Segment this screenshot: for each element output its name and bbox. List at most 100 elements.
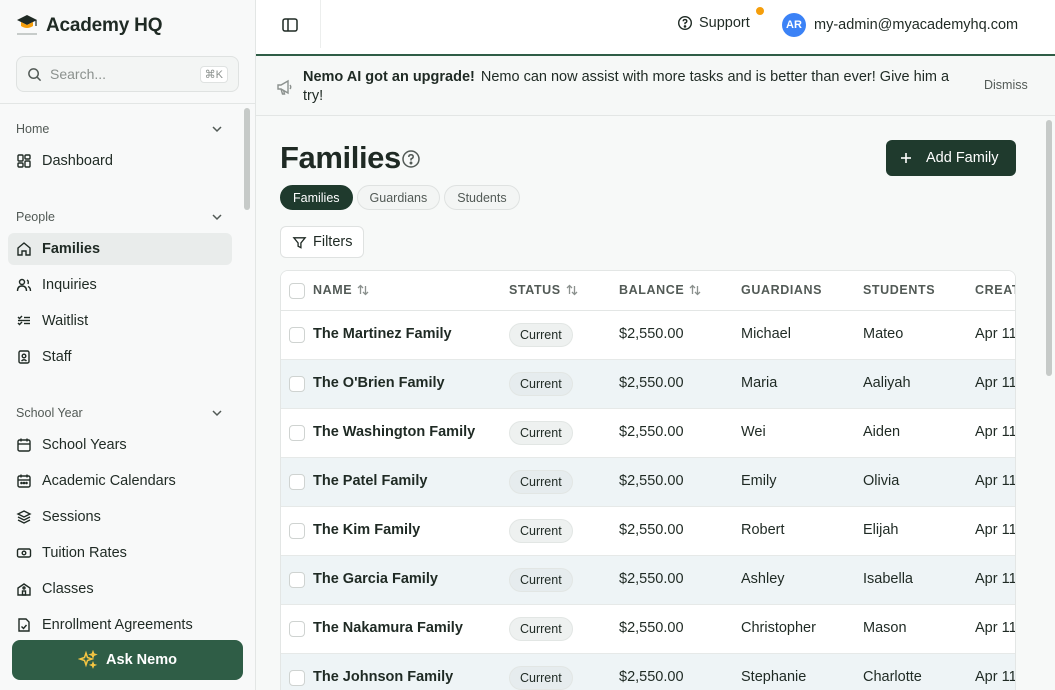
table-row[interactable]: The Nakamura Family Current $2,550.00 Chris… — [281, 605, 1015, 654]
status-badge: Current — [509, 519, 573, 543]
sidebar-toggle-button[interactable] — [280, 15, 300, 35]
view-tabs: Families Guardians Students — [280, 185, 520, 210]
sidebar-item-waitlist[interactable]: Waitlist — [8, 305, 232, 337]
students: Isabella — [863, 571, 913, 587]
main-content: Families Add Family Families Guardians S… — [256, 116, 1055, 690]
sidebar-scrollbar[interactable] — [244, 108, 250, 210]
column-label: NAME — [313, 283, 353, 297]
balance: $2,550.00 — [619, 473, 684, 489]
sidebar-item-label: Sessions — [42, 509, 101, 525]
search-input[interactable]: Search... ⌘K — [16, 56, 239, 92]
topbar: Support AR my-admin@myacademyhq.com — [256, 0, 1055, 52]
plus-icon — [901, 153, 911, 163]
cash-icon — [16, 548, 32, 558]
created-date: Apr 11, — [975, 571, 1016, 587]
row-checkbox[interactable] — [289, 572, 305, 588]
section-title: School Year — [16, 406, 83, 420]
calendar-icon — [17, 438, 31, 452]
row-checkbox[interactable] — [289, 523, 305, 539]
add-family-label: Add Family — [926, 150, 999, 166]
column-header-students[interactable]: STUDENTS — [863, 283, 935, 297]
students: Aiden — [863, 424, 901, 440]
sidebar: Academy HQ Search... ⌘K Home Dashboard P… — [0, 0, 256, 690]
sidebar-item-inquiries[interactable]: Inquiries — [8, 269, 232, 301]
row-checkbox[interactable] — [289, 670, 305, 686]
section-home[interactable]: Home — [16, 122, 224, 136]
table-row[interactable]: The Martinez Family Current $2,550.00 Micha… — [281, 311, 1016, 360]
created-date: Apr 11, — [975, 326, 1016, 342]
calendar-grid-icon — [17, 474, 31, 488]
user-menu[interactable]: AR my-admin@myacademyhq.com — [782, 13, 1018, 37]
status-badge: Current — [509, 372, 573, 396]
column-header-balance[interactable]: BALANCE — [619, 283, 702, 297]
sidebar-item-label: Families — [42, 241, 101, 257]
tab-families[interactable]: Families — [280, 185, 353, 210]
family-name: The Washington Family — [313, 424, 476, 440]
column-header-created[interactable]: CREAT — [975, 283, 1015, 297]
row-checkbox[interactable] — [289, 425, 305, 441]
brand[interactable]: Academy HQ — [16, 12, 162, 40]
home-icon — [17, 242, 31, 256]
family-name: The O'Brien Family — [313, 375, 445, 391]
sidebar-item-sessions[interactable]: Sessions — [8, 501, 232, 533]
filters-button[interactable]: Filters — [280, 226, 365, 258]
row-checkbox[interactable] — [289, 621, 305, 637]
tab-guardians[interactable]: Guardians — [356, 185, 441, 210]
column-header-guardians[interactable]: GUARDIANS — [741, 283, 822, 297]
column-label: BALANCE — [619, 283, 685, 297]
column-header-name[interactable]: NAME — [313, 283, 370, 297]
sidebar-item-enrollment-agreements[interactable]: Enrollment Agreements — [8, 609, 232, 634]
main-scrollbar[interactable] — [1046, 120, 1052, 376]
sidebar-item-families[interactable]: Families — [8, 233, 232, 265]
ask-nemo-button[interactable]: Ask Nemo — [12, 640, 243, 680]
sidebar-item-academic-calendars[interactable]: Academic Calendars — [8, 465, 232, 497]
guardians: Wei — [741, 424, 766, 440]
guardians: Ashley — [741, 571, 785, 587]
dismiss-button[interactable]: Dismiss — [984, 78, 1028, 92]
tab-students[interactable]: Students — [444, 185, 520, 210]
students: Elijah — [863, 522, 899, 538]
table-row[interactable]: The Garcia Family Current $2,550.00 Ashley I… — [281, 556, 1016, 605]
sidebar-item-classes[interactable]: Classes — [8, 573, 232, 605]
support-button[interactable]: Support — [677, 15, 750, 31]
school-icon — [17, 583, 31, 596]
status-badge: Current — [509, 323, 573, 347]
search-icon — [28, 67, 42, 81]
table-row[interactable]: The Patel Family Current $2,550.00 Emily Oli… — [281, 458, 1015, 507]
table-row[interactable]: The Washington Family Current $2,550.00 Wei… — [281, 409, 1015, 458]
help-circle-icon — [677, 15, 693, 31]
sidebar-item-school-years[interactable]: School Years — [8, 429, 232, 461]
guardians: Christopher — [741, 620, 816, 636]
created-date: Apr 11, — [975, 522, 1016, 538]
users-icon — [16, 278, 32, 292]
chevron-down-icon — [212, 126, 222, 133]
id-badge-icon — [18, 350, 30, 364]
support-label: Support — [699, 15, 750, 31]
sort-icon — [357, 284, 369, 296]
add-family-button[interactable]: Add Family — [886, 140, 1016, 176]
section-people[interactable]: People — [16, 210, 224, 224]
table-row[interactable]: The Kim Family Current $2,550.00 Robert Elij… — [281, 507, 1016, 556]
families-table: NAME STATUS BALANCE GUARDIANS STUDENTS C… — [280, 270, 1016, 690]
chevron-down-icon — [212, 410, 222, 417]
row-checkbox[interactable] — [289, 474, 305, 490]
help-circle-icon[interactable] — [401, 149, 421, 169]
table-row[interactable]: The Johnson Family Current $2,550.00 Stepha… — [281, 654, 1015, 690]
sidebar-item-label: Classes — [42, 581, 94, 597]
balance: $2,550.00 — [619, 669, 684, 685]
sidebar-item-tuition-rates[interactable]: Tuition Rates — [8, 537, 232, 569]
column-header-status[interactable]: STATUS — [509, 283, 579, 297]
sidebar-item-staff[interactable]: Staff — [8, 341, 232, 373]
sidebar-item-dashboard[interactable]: Dashboard — [8, 145, 232, 177]
avatar: AR — [782, 13, 806, 37]
table-row[interactable]: The O'Brien Family Current $2,550.00 Maria A… — [281, 360, 1015, 409]
select-all-checkbox[interactable] — [289, 283, 305, 299]
section-school-year[interactable]: School Year — [16, 406, 224, 420]
guardians: Maria — [741, 375, 778, 391]
row-checkbox[interactable] — [289, 327, 305, 343]
row-checkbox[interactable] — [289, 376, 305, 392]
search-shortcut: ⌘K — [199, 65, 228, 83]
announcement-banner: Nemo AI got an upgrade! Nemo can now assi… — [256, 54, 1055, 116]
balance: $2,550.00 — [619, 522, 684, 538]
file-check-icon — [18, 618, 30, 632]
